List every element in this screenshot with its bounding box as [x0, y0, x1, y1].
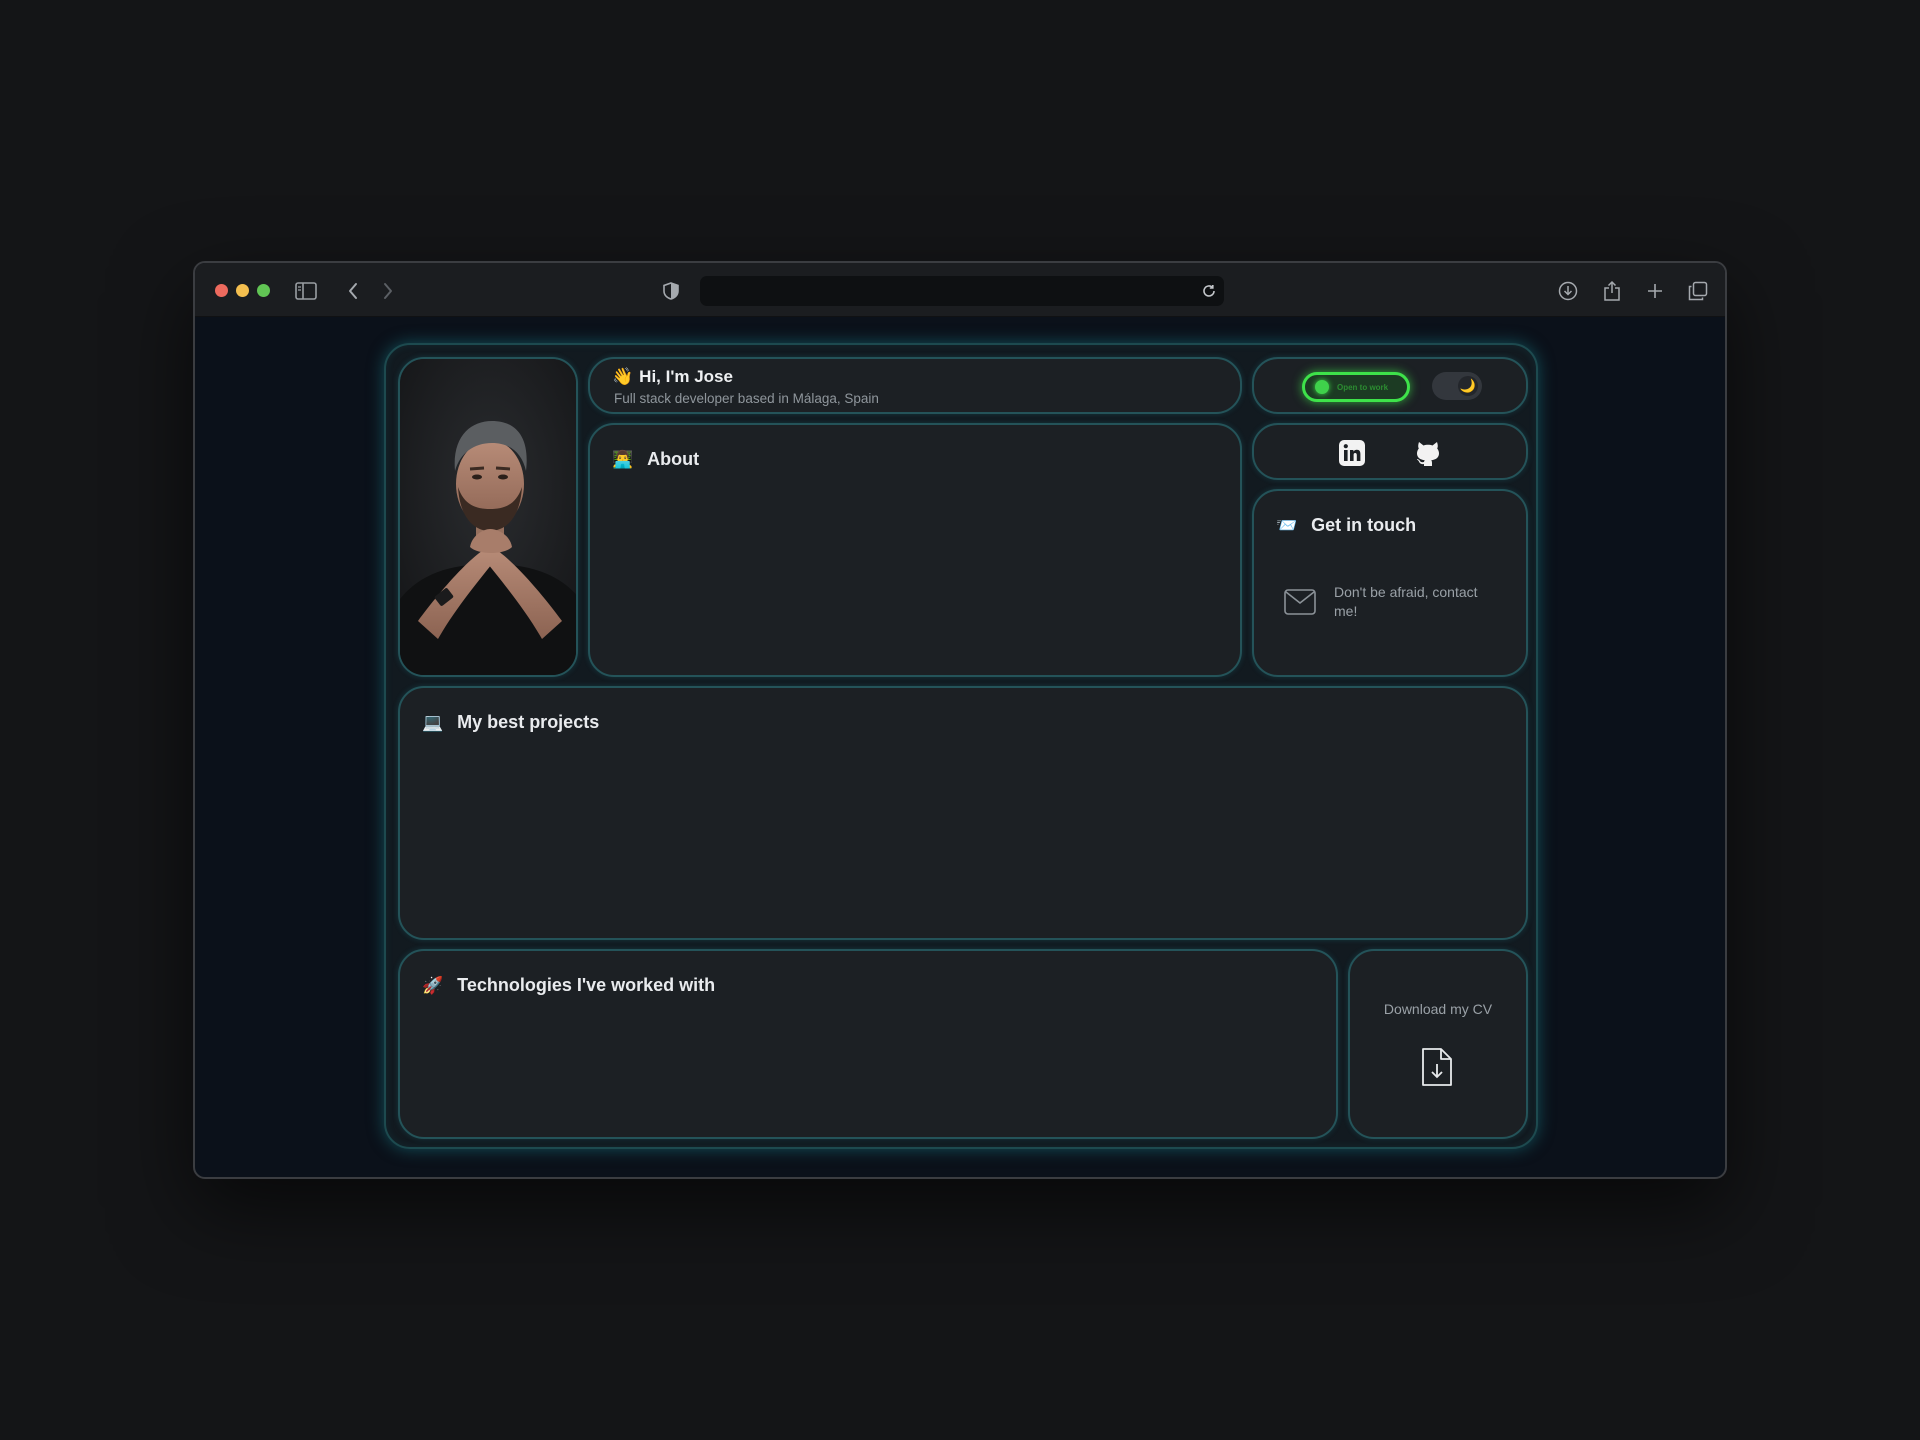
projects-title: My best projects	[457, 712, 600, 732]
download-icon[interactable]	[1555, 278, 1581, 304]
status-dot-icon	[1315, 380, 1329, 394]
page-viewport: 👋 Hi, I'm Jose Full stack developer base…	[195, 318, 1725, 1177]
laptop-icon: 💻	[422, 712, 444, 733]
github-link[interactable]	[1414, 439, 1442, 467]
envelope-with-arrow-icon: 📨	[1276, 515, 1298, 536]
page-subtitle: Full stack developer based in Málaga, Sp…	[614, 391, 879, 406]
status-card: Open to work 🌙	[1252, 357, 1528, 414]
shield-icon[interactable]	[658, 278, 684, 304]
moon-icon: 🌙	[1458, 376, 1478, 396]
technologies-title: Technologies I've worked with	[457, 975, 716, 995]
page-title: Hi, I'm Jose	[639, 367, 733, 386]
new-tab-icon[interactable]	[1642, 278, 1668, 304]
contact-card[interactable]: 📨 Get in touch Don't be afraid, contact …	[1252, 489, 1528, 677]
technologies-card: 🚀 Technologies I've worked with	[398, 949, 1338, 1139]
contact-text: Don't be afraid, contact me!	[1334, 584, 1478, 619]
about-title: About	[647, 449, 700, 469]
github-icon	[1417, 442, 1439, 466]
rocket-icon: 🚀	[422, 975, 444, 996]
projects-card: 💻 My best projects	[398, 686, 1528, 940]
wave-icon: 👋	[612, 367, 634, 387]
bento-grid: 👋 Hi, I'm Jose Full stack developer base…	[384, 343, 1538, 1149]
download-cv-label: Download my CV	[1383, 1001, 1493, 1017]
linkedin-link[interactable]	[1338, 439, 1366, 467]
open-to-work-label: Open to work	[1337, 382, 1389, 392]
intro-card: 👋 Hi, I'm Jose Full stack developer base…	[588, 357, 1242, 414]
forward-icon[interactable]	[375, 278, 401, 304]
browser-window: 👋 Hi, I'm Jose Full stack developer base…	[193, 261, 1727, 1179]
about-card: 👨‍💻 About	[588, 423, 1242, 677]
maximize-window-button[interactable]	[257, 284, 270, 297]
reload-icon[interactable]	[1196, 278, 1222, 304]
share-icon[interactable]	[1599, 278, 1625, 304]
technologist-icon: 👨‍💻	[612, 449, 634, 470]
close-window-button[interactable]	[215, 284, 228, 297]
browser-toolbar	[195, 263, 1725, 317]
minimize-window-button[interactable]	[236, 284, 249, 297]
linkedin-icon	[1339, 440, 1365, 466]
portrait-image	[400, 359, 576, 675]
address-bar[interactable]	[700, 276, 1224, 306]
back-icon[interactable]	[340, 278, 366, 304]
mail-icon	[1284, 589, 1316, 615]
download-cv-card[interactable]: Download my CV	[1348, 949, 1528, 1139]
open-to-work-badge[interactable]: Open to work	[1302, 372, 1410, 402]
sidebar-icon[interactable]	[293, 278, 319, 304]
tabs-overview-icon[interactable]	[1685, 278, 1711, 304]
socials-card	[1252, 423, 1528, 480]
contact-title: Get in touch	[1311, 515, 1417, 535]
file-download-icon	[1422, 1048, 1452, 1086]
theme-toggle[interactable]: 🌙	[1432, 372, 1482, 400]
profile-photo	[398, 357, 578, 677]
